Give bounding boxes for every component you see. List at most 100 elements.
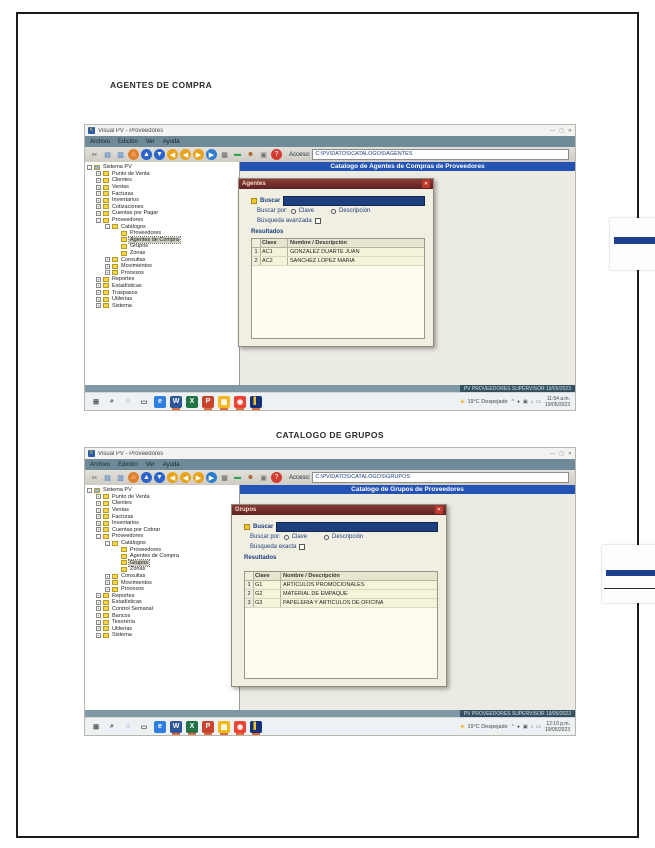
tree-item[interactable]: + Cuentas por Pagar bbox=[85, 210, 239, 217]
expander-icon[interactable]: + bbox=[96, 620, 101, 625]
paste-icon[interactable]: ▥ bbox=[115, 149, 126, 160]
powerpoint-icon[interactable]: P bbox=[202, 396, 214, 408]
nav-up-icon[interactable]: ▲ bbox=[141, 472, 152, 483]
table-row[interactable]: 2 AC2 SANCHEZ LOPEZ MARIA bbox=[252, 257, 424, 266]
menu-item[interactable]: Ver bbox=[146, 462, 155, 468]
radio-clave[interactable] bbox=[284, 535, 289, 540]
tree-item[interactable]: + Tesorería bbox=[85, 619, 239, 626]
explorer-icon[interactable]: ▦ bbox=[218, 721, 230, 733]
edge-icon[interactable]: e bbox=[154, 721, 166, 733]
close-button[interactable]: ✕ bbox=[568, 451, 572, 457]
column-clave[interactable]: Clave bbox=[261, 239, 288, 247]
expander-icon[interactable]: - bbox=[96, 534, 101, 539]
expander-icon[interactable]: + bbox=[96, 303, 101, 308]
expander-icon[interactable]: - bbox=[96, 218, 101, 223]
nav-first-icon[interactable]: ◀ bbox=[167, 472, 178, 483]
tray-icon[interactable]: ^ bbox=[512, 724, 514, 730]
expander-icon[interactable]: + bbox=[96, 606, 101, 611]
menu-item[interactable]: Archivo bbox=[90, 462, 110, 468]
access-field[interactable]: C:\PV\DATOS\CATALOGOS\GRUPOS bbox=[312, 472, 569, 483]
minimize-button[interactable]: — bbox=[550, 451, 555, 457]
tray-icon[interactable]: ● bbox=[517, 399, 520, 405]
cut-icon[interactable]: ✂ bbox=[89, 149, 100, 160]
expander-icon[interactable]: + bbox=[96, 178, 101, 183]
expander-icon[interactable]: + bbox=[96, 211, 101, 216]
search-input[interactable] bbox=[283, 196, 425, 206]
tree-item[interactable]: + Facturas bbox=[85, 190, 239, 197]
nav-down-icon[interactable]: ▼ bbox=[154, 472, 165, 483]
tree-item[interactable]: + Reportes bbox=[85, 276, 239, 283]
tree-item[interactable]: + Sistema bbox=[85, 632, 239, 639]
tree-item[interactable]: + Estadísticas bbox=[85, 283, 239, 290]
expander-icon[interactable]: + bbox=[96, 613, 101, 618]
search-input[interactable] bbox=[276, 522, 438, 532]
nav-last-icon[interactable]: ▶ bbox=[206, 149, 217, 160]
taskbar-clock[interactable]: 12:10 p.m. 19/05/2023 bbox=[545, 721, 570, 733]
tree-item[interactable]: - Catálogos bbox=[85, 223, 239, 230]
tree-item[interactable]: - Catálogos bbox=[85, 540, 239, 547]
start-button[interactable]: ⊞ bbox=[90, 721, 102, 733]
tree-item[interactable]: Proveedores bbox=[85, 546, 239, 553]
expander-icon[interactable]: + bbox=[96, 204, 101, 209]
expander-icon[interactable]: + bbox=[96, 277, 101, 282]
tree-item[interactable]: + Cotizaciones bbox=[85, 204, 239, 211]
table-row[interactable]: 2 G2 MATERIAL DE EMPAQUE bbox=[245, 590, 437, 599]
expander-icon[interactable]: + bbox=[105, 270, 110, 275]
expander-icon[interactable]: + bbox=[96, 185, 101, 190]
cut-icon[interactable]: ✂ bbox=[89, 472, 100, 483]
save-icon[interactable]: ▬ bbox=[232, 472, 243, 483]
nav-next-icon[interactable]: ▶ bbox=[193, 472, 204, 483]
app-icon[interactable]: ▌ bbox=[250, 721, 262, 733]
save-icon[interactable]: ▬ bbox=[232, 149, 243, 160]
expander-icon[interactable]: - bbox=[105, 541, 110, 546]
tree-item[interactable]: + Facturas bbox=[85, 513, 239, 520]
print-icon[interactable]: ▣ bbox=[258, 472, 269, 483]
explorer-icon[interactable]: ▦ bbox=[218, 396, 230, 408]
menu-item[interactable]: Edición bbox=[118, 139, 138, 145]
menu-item[interactable]: Ayuda bbox=[163, 139, 180, 145]
search-icon[interactable]: ⌕ bbox=[106, 396, 118, 408]
tree-item[interactable]: + Movimientos bbox=[85, 263, 239, 270]
expander-icon[interactable]: + bbox=[96, 626, 101, 631]
expander-icon[interactable]: + bbox=[96, 198, 101, 203]
nav-prev-icon[interactable]: ◀ bbox=[180, 472, 191, 483]
print-icon[interactable]: ▣ bbox=[258, 149, 269, 160]
table-row[interactable]: 3 G3 PAPELERIA Y ARTICULOS DE OFICINA bbox=[245, 599, 437, 608]
table-row[interactable]: 1 AC1 GONZALEZ DUARTE JUAN bbox=[252, 248, 424, 257]
tray-icon[interactable]: ♪ bbox=[531, 724, 534, 730]
radio-descripcion[interactable] bbox=[331, 209, 336, 214]
nav-down-icon[interactable]: ▼ bbox=[154, 149, 165, 160]
exact-search-checkbox[interactable] bbox=[299, 544, 305, 550]
app-icon[interactable]: ▌ bbox=[250, 396, 262, 408]
expander-icon[interactable]: + bbox=[96, 501, 101, 506]
tree-item[interactable]: + Utilerías bbox=[85, 625, 239, 632]
close-button[interactable]: ✕ bbox=[568, 128, 572, 134]
tree-item[interactable]: + Clientes bbox=[85, 500, 239, 507]
tree-item[interactable]: + Consultas bbox=[85, 573, 239, 580]
tray-icon[interactable]: ▭ bbox=[536, 724, 541, 730]
tree-item[interactable]: + Movimientos bbox=[85, 579, 239, 586]
column-nombre[interactable]: Nombre / Descripción bbox=[281, 572, 437, 580]
tree-item[interactable]: + Traspasos bbox=[85, 289, 239, 296]
tree-item[interactable]: - Proveedores bbox=[85, 533, 239, 540]
chrome-icon[interactable]: ◉ bbox=[234, 721, 246, 733]
expander-icon[interactable]: - bbox=[87, 165, 92, 170]
help-icon[interactable]: ? bbox=[271, 149, 282, 160]
expander-icon[interactable]: - bbox=[105, 224, 110, 229]
tree-item[interactable]: + Reportes bbox=[85, 593, 239, 600]
word-icon[interactable]: W bbox=[170, 721, 182, 733]
expander-icon[interactable]: + bbox=[96, 600, 101, 605]
expander-icon[interactable]: + bbox=[105, 587, 110, 592]
expander-icon[interactable]: + bbox=[96, 514, 101, 519]
tree-item[interactable]: + Bancos bbox=[85, 612, 239, 619]
tree-item[interactable]: Zonas bbox=[85, 566, 239, 573]
tree-item[interactable]: + Ventas bbox=[85, 184, 239, 191]
tree-item[interactable]: Proveedores bbox=[85, 230, 239, 237]
tree-item[interactable]: + Procesos bbox=[85, 586, 239, 593]
copilot-icon[interactable]: ○ bbox=[122, 396, 134, 408]
copy-icon[interactable]: ▤ bbox=[102, 149, 113, 160]
advanced-search-checkbox[interactable] bbox=[315, 218, 321, 224]
column-nombre[interactable]: Nombre / Descripción bbox=[288, 239, 424, 247]
minimize-button[interactable]: — bbox=[550, 128, 555, 134]
expander-icon[interactable]: + bbox=[105, 264, 110, 269]
